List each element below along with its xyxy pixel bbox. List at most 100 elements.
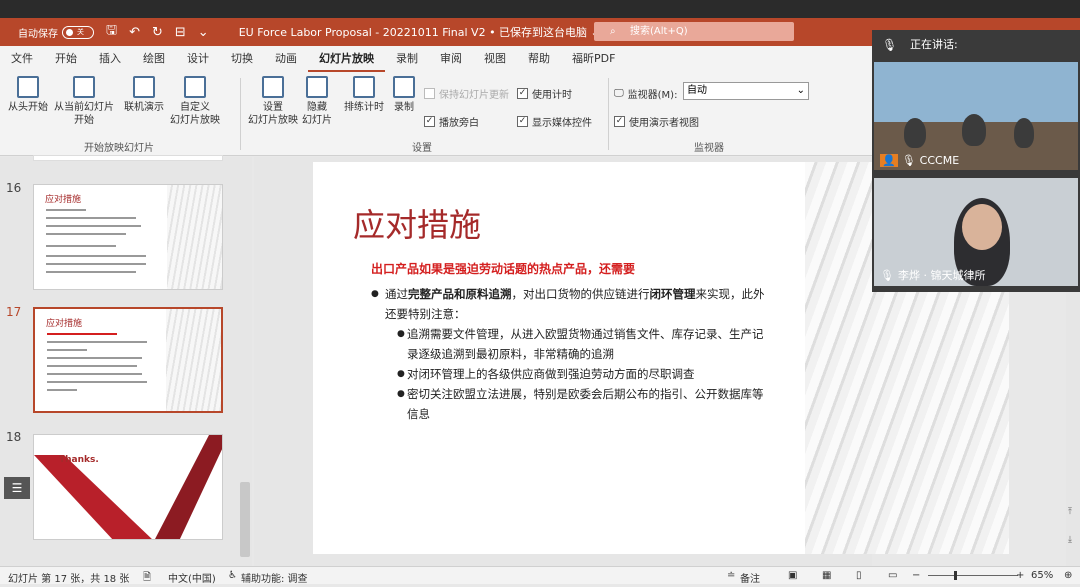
video-tile-cccme[interactable]: 👤 🎙 CCCME bbox=[874, 62, 1078, 170]
bullet-bold-text: 闭环管理 bbox=[649, 287, 696, 301]
tab-animations[interactable]: 动画 bbox=[264, 46, 308, 72]
prev-slide-icon[interactable]: ⤒ bbox=[1068, 507, 1072, 517]
online-present-button[interactable]: 联机演示 bbox=[124, 76, 164, 114]
bullet-bold-text: 完整产品和原料追溯 bbox=[408, 287, 512, 301]
accessibility-status[interactable]: 辅助功能: 调查 bbox=[241, 570, 308, 585]
setup-show-label: 设置 bbox=[263, 102, 283, 113]
thumbnail-number: 16 bbox=[6, 181, 22, 195]
tab-insert[interactable]: 插入 bbox=[88, 46, 132, 72]
thumbnail-text-line bbox=[46, 271, 136, 273]
tab-review[interactable]: 审阅 bbox=[429, 46, 473, 72]
normal-view-icon[interactable]: ▣ bbox=[788, 570, 797, 581]
show-media-checkbox[interactable]: ✓ 显示媒体控件 bbox=[517, 114, 592, 129]
customize-icon[interactable]: ⌄ bbox=[198, 25, 209, 40]
record-button[interactable]: 录制 bbox=[393, 76, 415, 114]
setup-show-button[interactable]: 设置 幻灯片放映 bbox=[248, 76, 298, 127]
participant-name: CCCME bbox=[919, 154, 960, 167]
custom-show-button[interactable]: 自定义 幻灯片放映 bbox=[170, 76, 220, 127]
zoom-in-icon[interactable]: + bbox=[1016, 570, 1024, 581]
rehearse-timings-button[interactable]: 排练计时 bbox=[344, 76, 384, 114]
thumbnail-background bbox=[167, 185, 222, 289]
play-from-current-icon bbox=[73, 76, 95, 98]
thumbnail-title: 应对措施 bbox=[46, 319, 83, 329]
slideshow-view-icon[interactable]: ▭ bbox=[888, 570, 897, 581]
monitor-label-row: 🖵 监视器(M): bbox=[614, 86, 677, 101]
os-top-bar bbox=[0, 0, 1080, 18]
chevron-down-icon: ⌄ bbox=[796, 85, 805, 96]
from-start-button[interactable]: 从头开始 bbox=[8, 76, 48, 114]
tab-transitions[interactable]: 切换 bbox=[220, 46, 264, 72]
monitor-select[interactable]: 自动 ⌄ bbox=[683, 82, 809, 100]
search-input[interactable]: ⌕ 搜索(Alt+Q) bbox=[594, 22, 794, 41]
reading-view-icon[interactable]: ▯ bbox=[856, 570, 862, 581]
rehearse-timer-icon bbox=[353, 76, 375, 98]
slide-count: 幻灯片 第 17 张，共 18 张 bbox=[8, 574, 130, 585]
tab-record[interactable]: 录制 bbox=[385, 46, 429, 72]
autosave-toggle[interactable]: 关 bbox=[62, 25, 94, 39]
present-icon[interactable]: ⊟ bbox=[175, 25, 186, 40]
scrollbar-thumb[interactable] bbox=[240, 482, 250, 557]
notes-button[interactable]: 备注 bbox=[740, 570, 760, 585]
group-setup-label: 设置 bbox=[412, 143, 432, 154]
presenter-view-checkbox[interactable]: ✓ 使用演示者视图 bbox=[614, 114, 699, 129]
search-icon: ⌕ bbox=[610, 26, 616, 37]
thumbnail-text-line bbox=[47, 349, 87, 351]
language-status[interactable]: 中文(中国) bbox=[168, 570, 216, 585]
divider bbox=[608, 78, 609, 150]
next-slide-icon[interactable]: ⤓ bbox=[1068, 535, 1072, 545]
group-start-label: 开始放映幻灯片 bbox=[84, 143, 154, 154]
thumbnail-title: 应对措施 bbox=[45, 195, 82, 205]
status-bar: 幻灯片 第 17 张，共 18 张 🗎 中文(中国) ♿ 辅助功能: 调查 ≐ … bbox=[0, 566, 1080, 587]
checkbox-icon bbox=[424, 88, 435, 99]
tab-view[interactable]: 视图 bbox=[473, 46, 517, 72]
from-current-label: 从当前幻灯片 bbox=[54, 102, 114, 113]
rehearse-label: 排练计时 bbox=[344, 102, 384, 113]
use-timings-checkbox[interactable]: ✓ 使用计时 bbox=[517, 86, 572, 101]
tab-file[interactable]: 文件 bbox=[0, 46, 44, 72]
thumbnail-scrollbar[interactable] bbox=[238, 157, 252, 566]
hide-slide-button[interactable]: 隐藏 幻灯片 bbox=[302, 76, 332, 127]
checkmark-icon: ✓ bbox=[424, 116, 435, 127]
undo-icon[interactable]: ↶ bbox=[129, 25, 140, 40]
outline-toggle-icon[interactable]: ☰ bbox=[4, 477, 30, 499]
zoom-level[interactable]: 65% bbox=[1031, 570, 1053, 581]
play-narration-checkbox[interactable]: ✓ 播放旁白 bbox=[424, 114, 479, 129]
slide-thumbnail-18[interactable]: Thanks. bbox=[33, 434, 223, 540]
zoom-slider-knob[interactable] bbox=[954, 571, 957, 580]
thumbnail-text-line bbox=[46, 245, 116, 247]
fit-slide-icon[interactable]: ⊕ bbox=[1064, 570, 1072, 581]
zoom-out-icon[interactable]: − bbox=[912, 570, 920, 581]
slide-thumbnail-17[interactable]: 应对措施 bbox=[33, 307, 223, 413]
video-tile-label: 🎙 李烨 · 锦天城律所 bbox=[880, 267, 985, 283]
bullet-text: ，对出口货物的供应链进行 bbox=[511, 287, 650, 301]
tab-design[interactable]: 设计 bbox=[176, 46, 220, 72]
tab-home[interactable]: 开始 bbox=[44, 46, 88, 72]
from-current-button[interactable]: 从当前幻灯片 开始 bbox=[54, 76, 114, 127]
presenter-view-label: 使用演示者视图 bbox=[629, 118, 699, 129]
redo-icon[interactable]: ↻ bbox=[152, 25, 163, 40]
tab-slideshow[interactable]: 幻灯片放映 bbox=[308, 46, 385, 72]
spellcheck-icon[interactable]: 🗎 bbox=[143, 570, 151, 587]
participant-name: 李烨 · 锦天城律所 bbox=[897, 269, 986, 282]
zoom-slider[interactable] bbox=[928, 571, 1018, 580]
thumbnail-text-line bbox=[46, 255, 146, 257]
thumbnail-title: Thanks. bbox=[59, 455, 99, 465]
autosave-control[interactable]: 自动保存 关 bbox=[18, 25, 94, 40]
slide-sorter-icon[interactable]: ▦ bbox=[822, 570, 831, 581]
tab-foxit-pdf[interactable]: 福昕PDF bbox=[561, 46, 626, 72]
sub-bullet: 密切关注欧盟立法进展，特别是欧委会后期公布的指引、公开数据库等信息 bbox=[371, 384, 771, 424]
video-tile-speaker[interactable]: 🎙 李烨 · 锦天城律所 bbox=[874, 178, 1078, 286]
checkmark-icon: ✓ bbox=[517, 116, 528, 127]
slide-title: 应对措施 bbox=[353, 206, 482, 244]
speaker-face bbox=[962, 204, 1002, 250]
record-icon bbox=[393, 76, 415, 98]
tab-help[interactable]: 帮助 bbox=[517, 46, 561, 72]
keep-updated-checkbox[interactable]: 保持幻灯片更新 bbox=[424, 86, 509, 101]
slide-thumbnail-16[interactable]: 应对措施 bbox=[33, 184, 223, 290]
save-icon[interactable]: 🖫 bbox=[106, 21, 117, 43]
tab-draw[interactable]: 绘图 bbox=[132, 46, 176, 72]
thumbnail-prev-partial[interactable] bbox=[33, 155, 223, 161]
thumbnail-text-line bbox=[47, 365, 137, 367]
setup-show-icon bbox=[262, 76, 284, 98]
thumbnail-text-line bbox=[47, 357, 142, 359]
